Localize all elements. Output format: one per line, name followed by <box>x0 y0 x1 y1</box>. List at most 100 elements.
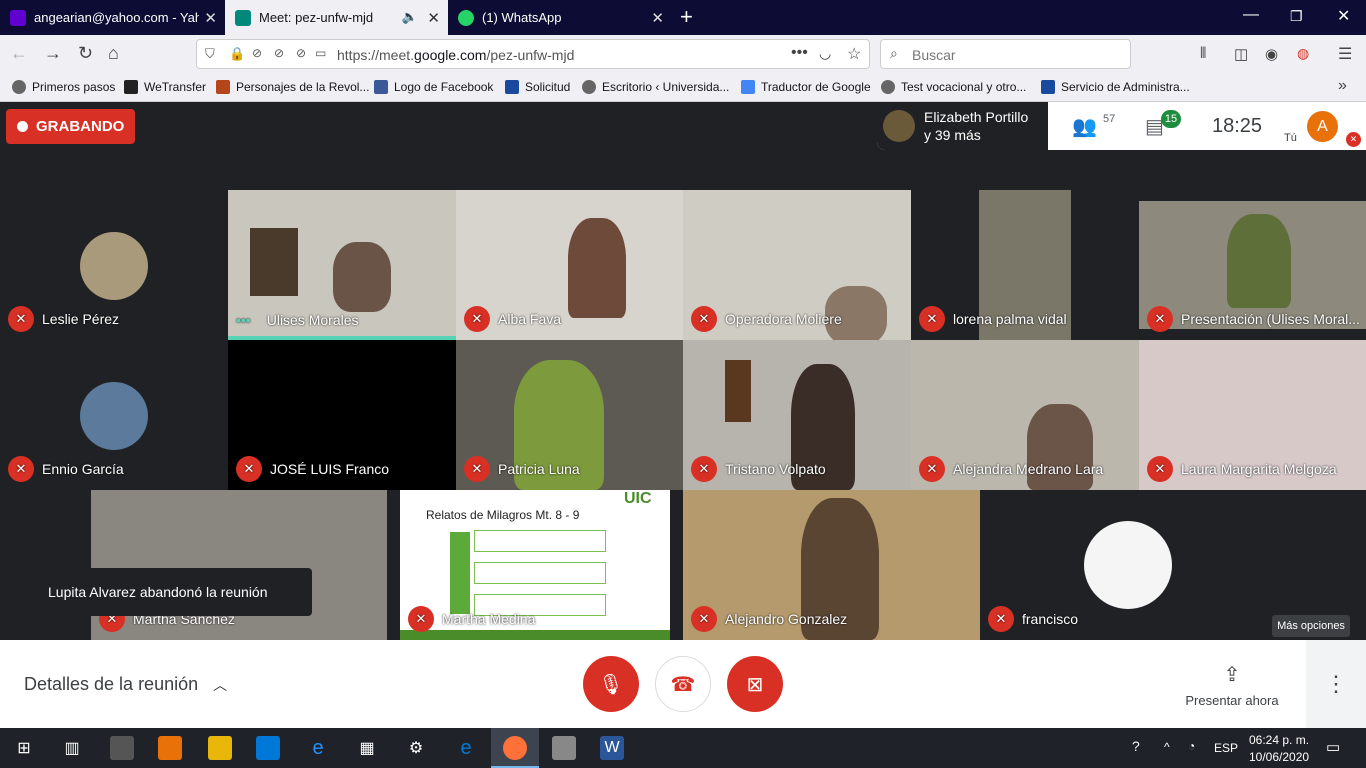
participant-tile[interactable]: ✕ Presentación (Ulises Moral... <box>1139 190 1366 340</box>
participant-tile[interactable]: ✕ Martha Sanchez <box>91 490 387 640</box>
leave-call-button[interactable]: ☎ <box>655 656 711 712</box>
mic-toggle-button[interactable]: 🎙 <box>583 656 639 712</box>
app-icon[interactable] <box>552 736 576 760</box>
people-icon[interactable]: 👥 <box>1072 114 1097 139</box>
autoplay-icon[interactable]: ⊘ <box>296 46 306 60</box>
globe-icon <box>881 80 895 94</box>
participant-tile[interactable]: Relatos de Milagros Mt. 8 - 9 UIC ✕ Marth… <box>400 490 670 640</box>
account-icon[interactable]: ◉ <box>1265 45 1278 63</box>
google-translate-icon <box>741 80 755 94</box>
task-view-icon[interactable]: ▥ <box>60 736 84 760</box>
url-bar[interactable]: ⛉ 🔒 ⊘ ⊘ ⊘ ▭ https://meet.google.com/pez-… <box>196 39 870 69</box>
participant-tile[interactable]: ✕ Alejandra Medrano Lara <box>911 340 1139 490</box>
menu-icon[interactable]: ☰ <box>1338 44 1352 64</box>
search-icon: ⌕ <box>890 45 898 61</box>
participant-tile[interactable]: ✕ Alejandro Gonzalez <box>683 490 980 640</box>
firefox-icon[interactable] <box>503 736 527 760</box>
participant-tile[interactable]: ✕ Leslie Pérez <box>0 190 228 340</box>
mic-blocked-icon[interactable]: ⊘ <box>274 46 284 60</box>
bookmark-item[interactable]: Solicitud <box>505 80 570 94</box>
forward-icon[interactable]: → <box>44 43 62 64</box>
participant-name: Tristano Volpato <box>725 461 826 477</box>
lock-icon[interactable]: 🔒 <box>229 46 245 62</box>
library-icon[interactable]: ⫴ <box>1200 45 1206 62</box>
bookmark-item[interactable]: Personajes de la Revol... <box>216 80 369 94</box>
home-icon[interactable]: ⌂ <box>108 43 119 64</box>
taskbar-time[interactable]: 06:24 p. m. <box>1249 733 1309 747</box>
present-now-button[interactable]: ⇪ Presentar ahora <box>1158 640 1306 728</box>
windows-start-icon[interactable]: ⊞ <box>12 736 36 760</box>
camera-toggle-button[interactable]: ⊠ <box>727 656 783 712</box>
bookmark-item[interactable]: Test vocacional y otro... <box>881 80 1026 94</box>
globe-icon <box>12 80 26 94</box>
pocket-icon[interactable]: ◡ <box>819 45 831 62</box>
bookmark-item[interactable]: Traductor de Google <box>741 80 871 94</box>
close-icon[interactable]: ✕ <box>651 9 664 27</box>
restore-icon[interactable]: ❐ <box>1290 8 1303 25</box>
media-player-icon[interactable] <box>158 736 182 760</box>
store-icon[interactable] <box>256 736 280 760</box>
participant-tile[interactable]: ••• Ulises Morales <box>228 190 456 340</box>
word-icon[interactable]: W <box>600 736 624 760</box>
participant-tile[interactable]: ✕ JOSÉ LUIS Franco <box>228 340 456 490</box>
tab-whatsapp[interactable]: (1) WhatsApp ✕ <box>448 0 672 35</box>
notifications-icon[interactable]: ▭ <box>315 46 326 60</box>
bookmarks-overflow-icon[interactable]: » <box>1338 77 1347 95</box>
participant-name: JOSÉ LUIS Franco <box>270 461 390 477</box>
tray-chevron-icon[interactable]: ^ <box>1164 740 1170 754</box>
search-input[interactable]: ⌕ Buscar <box>880 39 1131 69</box>
close-icon[interactable]: ✕ <box>427 9 440 27</box>
sidebar-icon[interactable]: ◫ <box>1234 45 1248 63</box>
camera-blocked-icon[interactable]: ⊘ <box>252 46 262 60</box>
settings-gear-icon[interactable]: ⚙ <box>404 736 428 760</box>
reload-icon[interactable]: ↻ <box>78 43 93 64</box>
edge-icon[interactable]: e <box>454 736 478 760</box>
back-icon[interactable]: ← <box>10 43 28 64</box>
internet-explorer-icon[interactable]: e <box>306 736 330 760</box>
close-icon[interactable]: ✕ <box>204 9 217 27</box>
participant-avatar <box>1084 521 1172 609</box>
meeting-details-button[interactable]: Detalles de la reunión ︿ <box>24 674 227 695</box>
bookmark-item[interactable]: Servicio de Administra... <box>1041 80 1190 94</box>
more-options-button[interactable]: ⋮ <box>1306 640 1366 728</box>
help-icon[interactable]: ? <box>1132 738 1140 754</box>
participant-avatar <box>80 232 148 300</box>
participant-tile[interactable]: ✕ Tristano Volpato <box>683 340 911 490</box>
app-icon[interactable] <box>110 736 134 760</box>
extension-icon[interactable]: ◍ <box>1297 45 1309 62</box>
participant-tile[interactable]: ✕ francisco <box>980 490 1276 640</box>
participant-tile[interactable]: ✕ Laura Margarita Melgoza <box>1139 340 1366 490</box>
bookmark-item[interactable]: WeTransfer <box>124 80 206 94</box>
participant-video <box>568 218 626 318</box>
minimize-icon[interactable]: — <box>1243 6 1259 24</box>
language-indicator[interactable]: ESP <box>1214 741 1238 755</box>
file-explorer-icon[interactable] <box>208 736 232 760</box>
notification-center-icon[interactable]: ▭ <box>1326 738 1340 756</box>
participant-tile[interactable]: ✕ Patricia Luna <box>456 340 683 490</box>
participant-tile[interactable]: ✕ lorena palma vidal <box>911 190 1139 340</box>
bookmark-item[interactable]: Primeros pasos <box>12 80 115 94</box>
shield-icon[interactable]: ⛉ <box>205 46 215 62</box>
participant-tile[interactable]: ✕ Operadora Moliere <box>683 190 911 340</box>
record-icon <box>17 121 28 132</box>
wifi-icon[interactable]: ◔ <box>1188 739 1195 753</box>
tab-meet[interactable]: Meet: pez-unfw-mjd 🔈 ✕ <box>225 0 448 35</box>
participant-name: Leslie Pérez <box>42 311 120 327</box>
bookmark-item[interactable]: Escritorio ‹ Universida... <box>582 80 729 94</box>
close-window-icon[interactable]: ✕ <box>1337 6 1350 26</box>
book-icon <box>216 80 230 94</box>
presenter-info[interactable]: Elizabeth Portillo y 39 más <box>877 102 1048 150</box>
speaker-icon[interactable]: 🔈 <box>402 9 418 25</box>
bookmark-star-icon[interactable]: ☆ <box>847 44 861 64</box>
taskbar-date[interactable]: 10/06/2020 <box>1249 750 1309 764</box>
presenter-name: Elizabeth Portillo <box>924 109 1029 125</box>
participant-tile[interactable]: ✕ Alba Fava <box>456 190 683 340</box>
participant-tile[interactable]: ✕ Ennio García <box>0 340 228 490</box>
bookmark-label: Escritorio ‹ Universida... <box>602 80 730 94</box>
page-actions-icon[interactable]: ••• <box>791 44 808 62</box>
bookmark-item[interactable]: Logo de Facebook <box>374 80 493 94</box>
tab-yahoo[interactable]: angearian@yahoo.com - Yahoo ✕ <box>0 0 225 35</box>
calculator-icon[interactable]: ▦ <box>355 736 379 760</box>
meeting-clock: 18:25 <box>1212 115 1263 137</box>
new-tab-icon[interactable]: + <box>680 4 693 30</box>
